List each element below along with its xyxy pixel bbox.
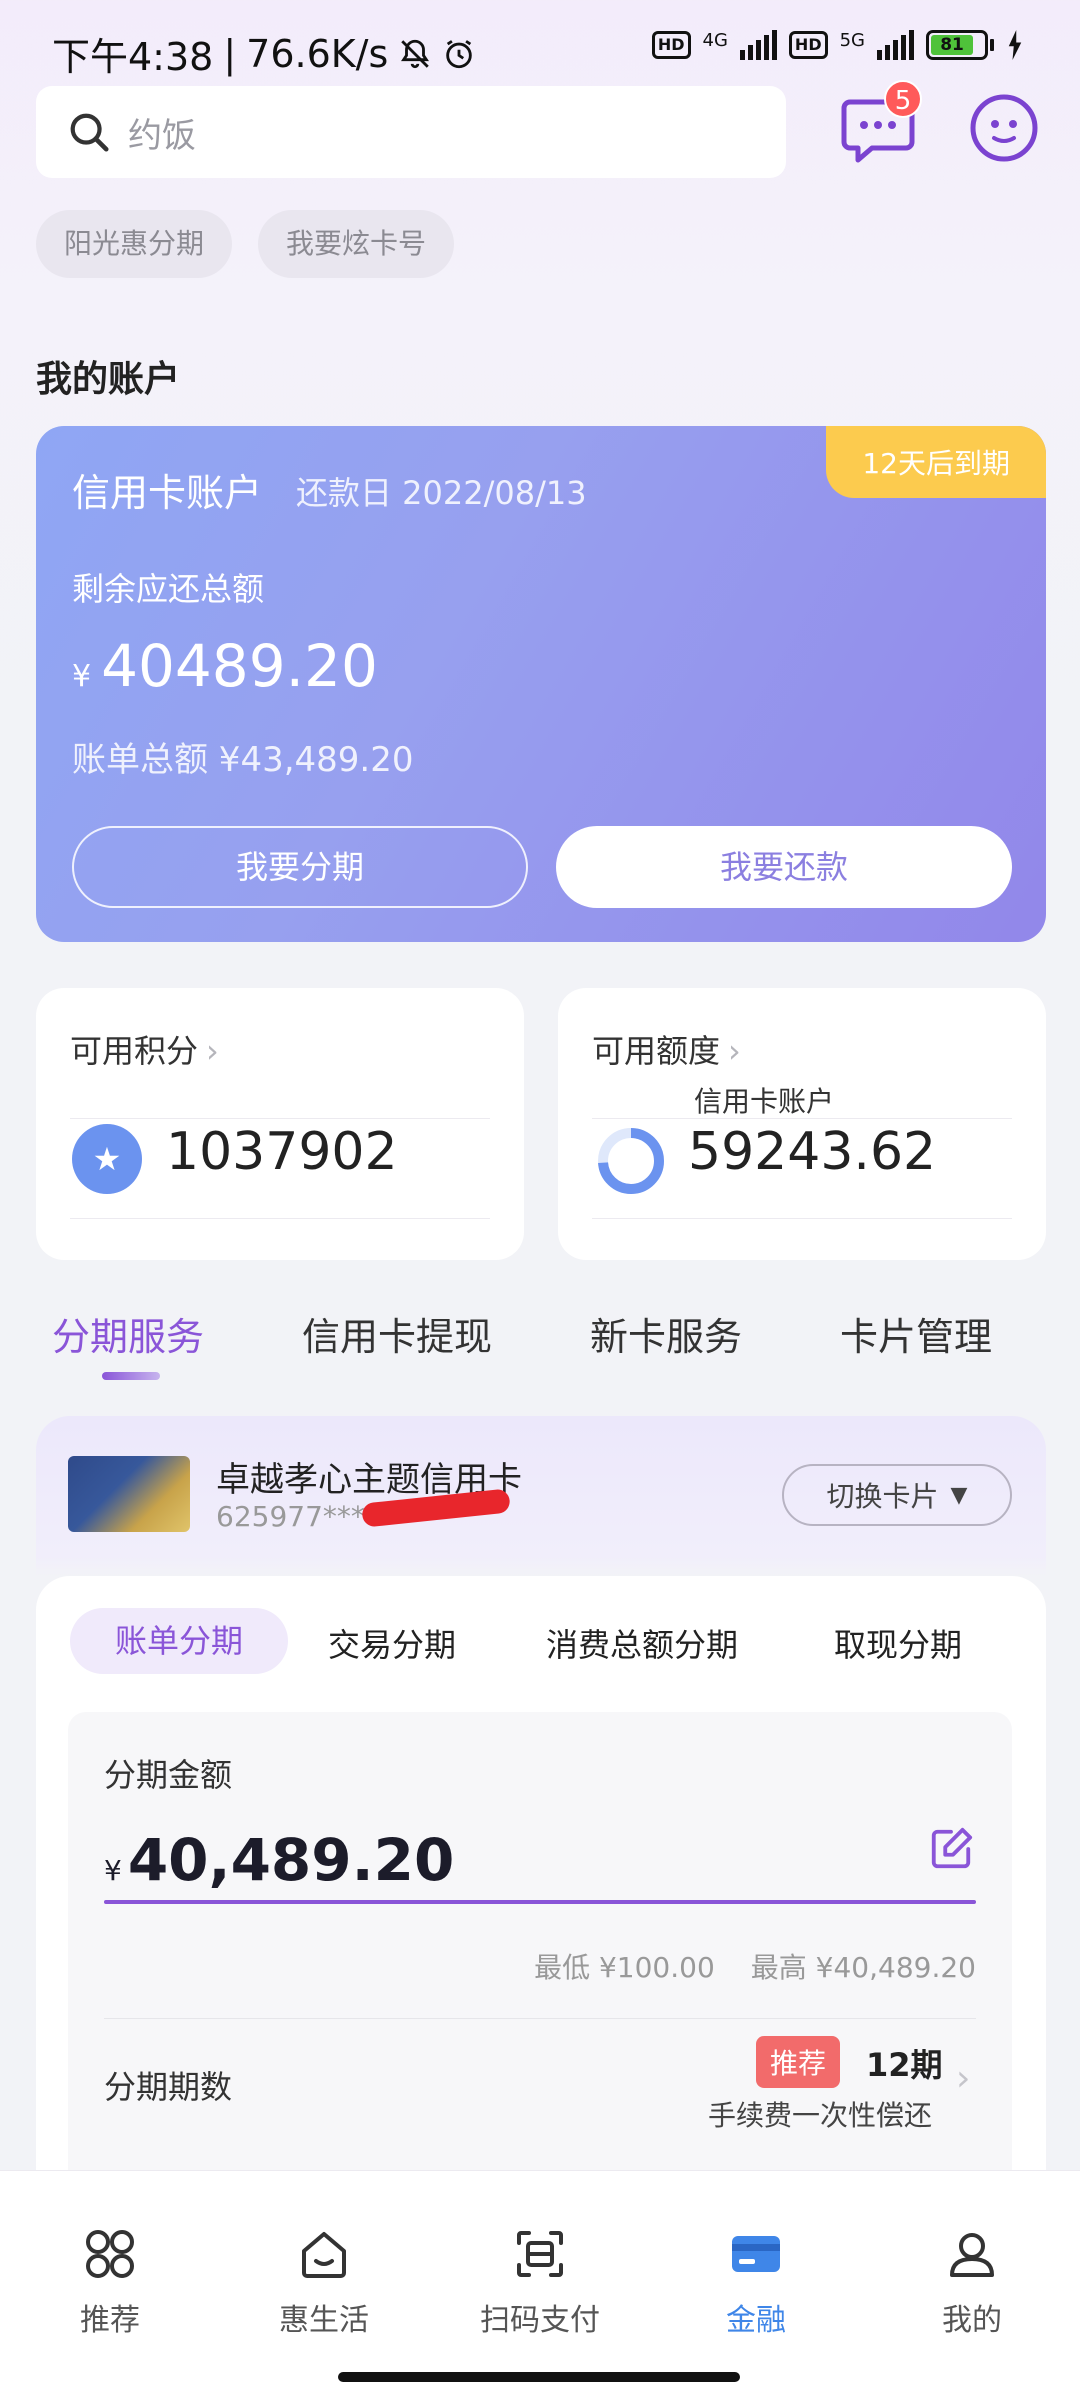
hd-badge-2: HD [788, 31, 828, 59]
bell-muted-icon [401, 39, 430, 68]
tab-total-spend-installment[interactable]: 消费总额分期 [546, 1620, 738, 1666]
chip-show-card-number[interactable]: 我要炫卡号 [258, 210, 455, 278]
tab-cash-installment[interactable]: 取现分期 [834, 1620, 962, 1666]
battery-icon: 81 [926, 30, 994, 60]
scan-icon [517, 2231, 563, 2277]
recommend-tag: 推荐 [756, 2036, 841, 2088]
status-right: HD 4G HD 5G 81 [651, 30, 1024, 60]
card-number: 625977**** [216, 1500, 379, 1533]
star-icon: ★ [72, 1124, 142, 1194]
chevron-right-icon: › [206, 1032, 219, 1070]
status-time: 下午4:38 [52, 35, 214, 79]
available-limit-card[interactable]: 可用额度 › 信用卡账户 59243.62 [558, 988, 1046, 1260]
edit-icon[interactable] [928, 1826, 974, 1872]
search-bar[interactable]: 约饭 [36, 86, 786, 178]
search-icon [70, 113, 109, 152]
tab-indicator [102, 1372, 160, 1380]
due-countdown-tag: 12天后到期 [826, 426, 1046, 498]
remaining-label: 剩余应还总额 [72, 570, 265, 608]
hd-badge: HD [651, 31, 691, 59]
currency-symbol: ¥ [72, 659, 92, 694]
house-icon [302, 2232, 346, 2278]
repay-button[interactable]: 我要还款 [556, 826, 1012, 908]
nav-recommend[interactable]: 推荐 [30, 2227, 190, 2339]
nav-label: 推荐 [80, 2303, 140, 2338]
nav-label: 我的 [942, 2303, 1002, 2338]
signal-icon-2 [877, 30, 914, 60]
switch-card-button[interactable]: 切换卡片 ▼ [782, 1464, 1012, 1526]
chevron-right-icon[interactable]: › [956, 2058, 970, 2099]
card-thumbnail [68, 1456, 190, 1532]
limit-subtitle: 信用卡账户 [694, 1085, 835, 1118]
divider [70, 1218, 490, 1219]
bill-total: 账单总额 ¥43,489.20 [72, 740, 414, 780]
account-title: 信用卡账户 [72, 471, 263, 515]
tab-transaction-installment[interactable]: 交易分期 [328, 1620, 456, 1666]
tab-new-card-service[interactable]: 新卡服务 [590, 1306, 742, 1361]
tab-credit-cash[interactable]: 信用卡提现 [302, 1306, 492, 1361]
credit-account-card[interactable]: 12天后到期 信用卡账户 还款日 2022/08/13 剩余应还总额 ¥ 404… [36, 426, 1046, 942]
period-value[interactable]: 12期 [866, 2040, 943, 2086]
card-icon [732, 2236, 780, 2272]
nav-hui-life[interactable]: 惠生活 [244, 2227, 404, 2339]
status-net-speed: 76.6K/s [246, 31, 389, 76]
repayment-date: 还款日 2022/08/13 [296, 474, 587, 512]
min-amount: 最低 ¥100.00 [534, 1951, 715, 1984]
nav-label: 惠生活 [279, 2303, 369, 2338]
chevron-right-icon: › [728, 1032, 741, 1070]
search-placeholder: 约饭 [128, 115, 196, 156]
divider [592, 1218, 1012, 1219]
user-icon [950, 2233, 994, 2277]
remaining-amount: ¥ 40489.20 [72, 632, 378, 700]
installment-amount-value: 40,489.20 [127, 1826, 455, 1894]
currency-symbol: ¥ [104, 1854, 122, 1887]
grid-icon [86, 2230, 134, 2278]
tab-card-management[interactable]: 卡片管理 [840, 1306, 992, 1361]
tab-installment-service[interactable]: 分期服务 [52, 1306, 204, 1361]
bottom-nav: 推荐 惠生活 扫码支付 金融 我的 [0, 2170, 1080, 2400]
nav-mine[interactable]: 我的 [892, 2227, 1052, 2339]
nav-label: 扫码支付 [480, 2303, 600, 2338]
status-left: 下午4:38 | 76.6K/s [52, 26, 476, 81]
message-badge: 5 [884, 80, 922, 118]
amount-underline [104, 1900, 976, 1904]
limit-value: 59243.62 [688, 1122, 937, 1182]
alarm-icon [446, 39, 473, 68]
status-bar: 下午4:38 | 76.6K/s HD 4G HD 5G 81 [0, 0, 1080, 90]
nav-label: 金融 [726, 2303, 786, 2338]
caret-down-icon: ▼ [950, 1482, 968, 1508]
chip-sunshine-installment[interactable]: 阳光惠分期 [36, 210, 233, 278]
installment-amount-input[interactable]: ¥ 40,489.20 [104, 1826, 454, 1894]
period-fee-note: 手续费一次性偿还 [708, 2099, 933, 2132]
divider [70, 1118, 490, 1119]
max-amount: 最高 ¥40,489.20 [750, 1951, 976, 1984]
my-account-title: 我的账户 [36, 359, 181, 400]
signal-icon [739, 30, 777, 60]
installment-button[interactable]: 我要分期 [72, 826, 528, 908]
charging-icon [1008, 30, 1022, 60]
home-indicator[interactable] [338, 2372, 740, 2382]
nav-scan-pay[interactable]: 扫码支付 [460, 2227, 620, 2339]
limit-title: 可用额度 › [592, 1032, 741, 1070]
remaining-amount-value: 40489.20 [101, 632, 378, 700]
points-title: 可用积分 › [70, 1032, 219, 1070]
points-value: 1037902 [166, 1122, 398, 1182]
assistant-face-icon[interactable] [968, 92, 1040, 164]
points-card[interactable]: 可用积分 › ★ 1037902 [36, 988, 524, 1260]
limit-ring-icon [598, 1128, 664, 1194]
battery-level: 81 [931, 35, 974, 55]
nav-finance[interactable]: 金融 [676, 2227, 836, 2339]
amount-range: 最低 ¥100.00 最高 ¥40,489.20 [534, 1946, 976, 1986]
tab-bill-installment[interactable]: 账单分期 [70, 1608, 288, 1674]
network-5g: 5G [839, 30, 865, 51]
installment-amount-label: 分期金额 [104, 1756, 233, 1794]
network-4g: 4G [702, 30, 728, 51]
period-label: 分期期数 [104, 2068, 233, 2106]
divider [104, 2018, 976, 2019]
